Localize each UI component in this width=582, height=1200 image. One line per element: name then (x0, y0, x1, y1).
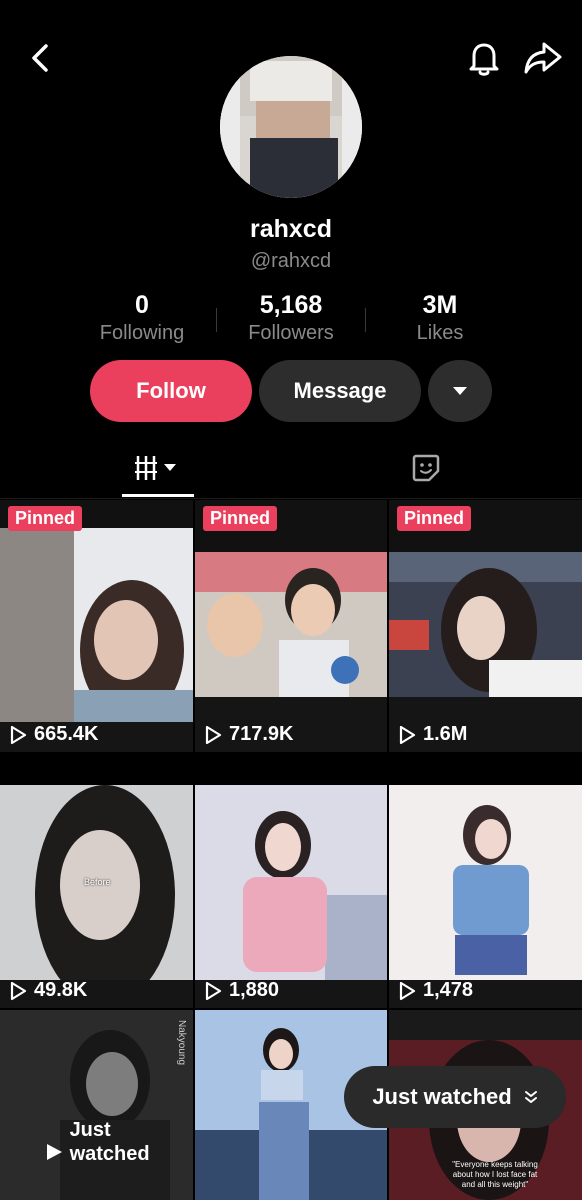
video-thumbnail[interactable]: Before 49.8K (0, 785, 193, 1008)
play-icon (205, 725, 222, 744)
view-count: 717.9K (203, 723, 294, 746)
follow-button[interactable]: Follow (90, 360, 252, 422)
pinned-badge: Pinned (8, 506, 83, 531)
just-watched-label: Just watched (69, 1119, 150, 1165)
profile-handle: @rahxcd (250, 250, 332, 272)
just-watched-button[interactable]: Just watched (344, 1066, 566, 1128)
video-thumbnail-image (0, 528, 193, 752)
bell-icon (469, 43, 499, 76)
video-thumbnail[interactable]: 1,478 (389, 785, 582, 1008)
play-filled-icon (47, 1144, 62, 1160)
profile-username: rahxcd (250, 215, 332, 243)
video-caption: "Everyone keeps talking about how I lost… (452, 1160, 538, 1189)
play-icon (399, 981, 416, 1000)
play-icon (399, 725, 416, 744)
video-thumbnail-image (195, 552, 387, 752)
video-thumbnail-image (0, 1010, 193, 1200)
sticker-icon (412, 454, 440, 482)
double-chevron-down-icon (524, 1091, 537, 1103)
profile-tabs (0, 442, 582, 499)
profile-avatar[interactable] (220, 56, 362, 198)
video-thumbnail[interactable]: Pinned 665.4K (0, 500, 193, 752)
pinned-badge: Pinned (203, 506, 278, 531)
video-thumbnail[interactable]: 1,880 (195, 785, 387, 1008)
tab-liked[interactable] (398, 442, 454, 494)
play-icon (205, 981, 222, 1000)
stat-likes-value: 3M (422, 291, 458, 319)
video-thumbnail-image (389, 785, 582, 1008)
profile-stats: 0 Following 5,168 Followers 3M Likes (68, 290, 514, 348)
view-count: 1,478 (397, 979, 473, 1002)
just-watched-badge: Just watched (44, 1118, 160, 1166)
just-watched-toast-label: Just watched (372, 1084, 512, 1109)
pinned-badge: Pinned (397, 506, 472, 531)
view-count: 49.8K (8, 979, 87, 1002)
view-count-value: 49.8K (34, 979, 88, 1001)
avatar-photo (220, 56, 362, 198)
stat-followers-label: Followers (248, 322, 334, 344)
tab-videos[interactable] (122, 442, 194, 497)
view-count-value: 1,880 (229, 979, 280, 1001)
play-icon (10, 981, 27, 1000)
notification-bell-button[interactable] (462, 36, 506, 80)
stat-following-label: Following (99, 322, 185, 344)
back-button[interactable] (22, 38, 58, 78)
grid-icon (135, 456, 176, 480)
view-count-value: 1.6M (423, 723, 468, 745)
video-overlay-text: Before (84, 877, 111, 887)
stat-following[interactable]: 0 Following (68, 290, 216, 348)
video-thumbnail-image (195, 785, 387, 1008)
share-icon (524, 42, 562, 74)
video-side-text: Nakyoung (176, 1020, 187, 1066)
play-icon (10, 725, 27, 744)
video-thumbnail-image (0, 785, 193, 1008)
caret-down-icon (453, 387, 467, 395)
view-count-value: 665.4K (34, 723, 99, 745)
back-icon (32, 44, 48, 72)
stat-followers-value: 5,168 (259, 291, 323, 319)
stat-likes[interactable]: 3M Likes (366, 290, 514, 348)
more-options-button[interactable] (428, 360, 492, 422)
video-thumbnail[interactable]: Pinned 1.6M (389, 500, 582, 752)
view-count: 1,880 (203, 979, 279, 1002)
video-thumbnail-image (389, 552, 582, 752)
video-thumbnail[interactable]: Pinned 717.9K (195, 500, 387, 752)
view-count: 665.4K (8, 723, 99, 746)
stat-following-value: 0 (135, 291, 149, 319)
view-count: 1.6M (397, 723, 467, 746)
view-count-value: 1,478 (423, 979, 474, 1001)
video-thumbnail[interactable]: Nakyoung (0, 1010, 193, 1200)
stat-followers[interactable]: 5,168 Followers (217, 290, 365, 348)
view-count-value: 717.9K (229, 723, 294, 745)
stat-likes-label: Likes (416, 322, 464, 344)
share-button[interactable] (520, 36, 566, 80)
message-button[interactable]: Message (259, 360, 421, 422)
